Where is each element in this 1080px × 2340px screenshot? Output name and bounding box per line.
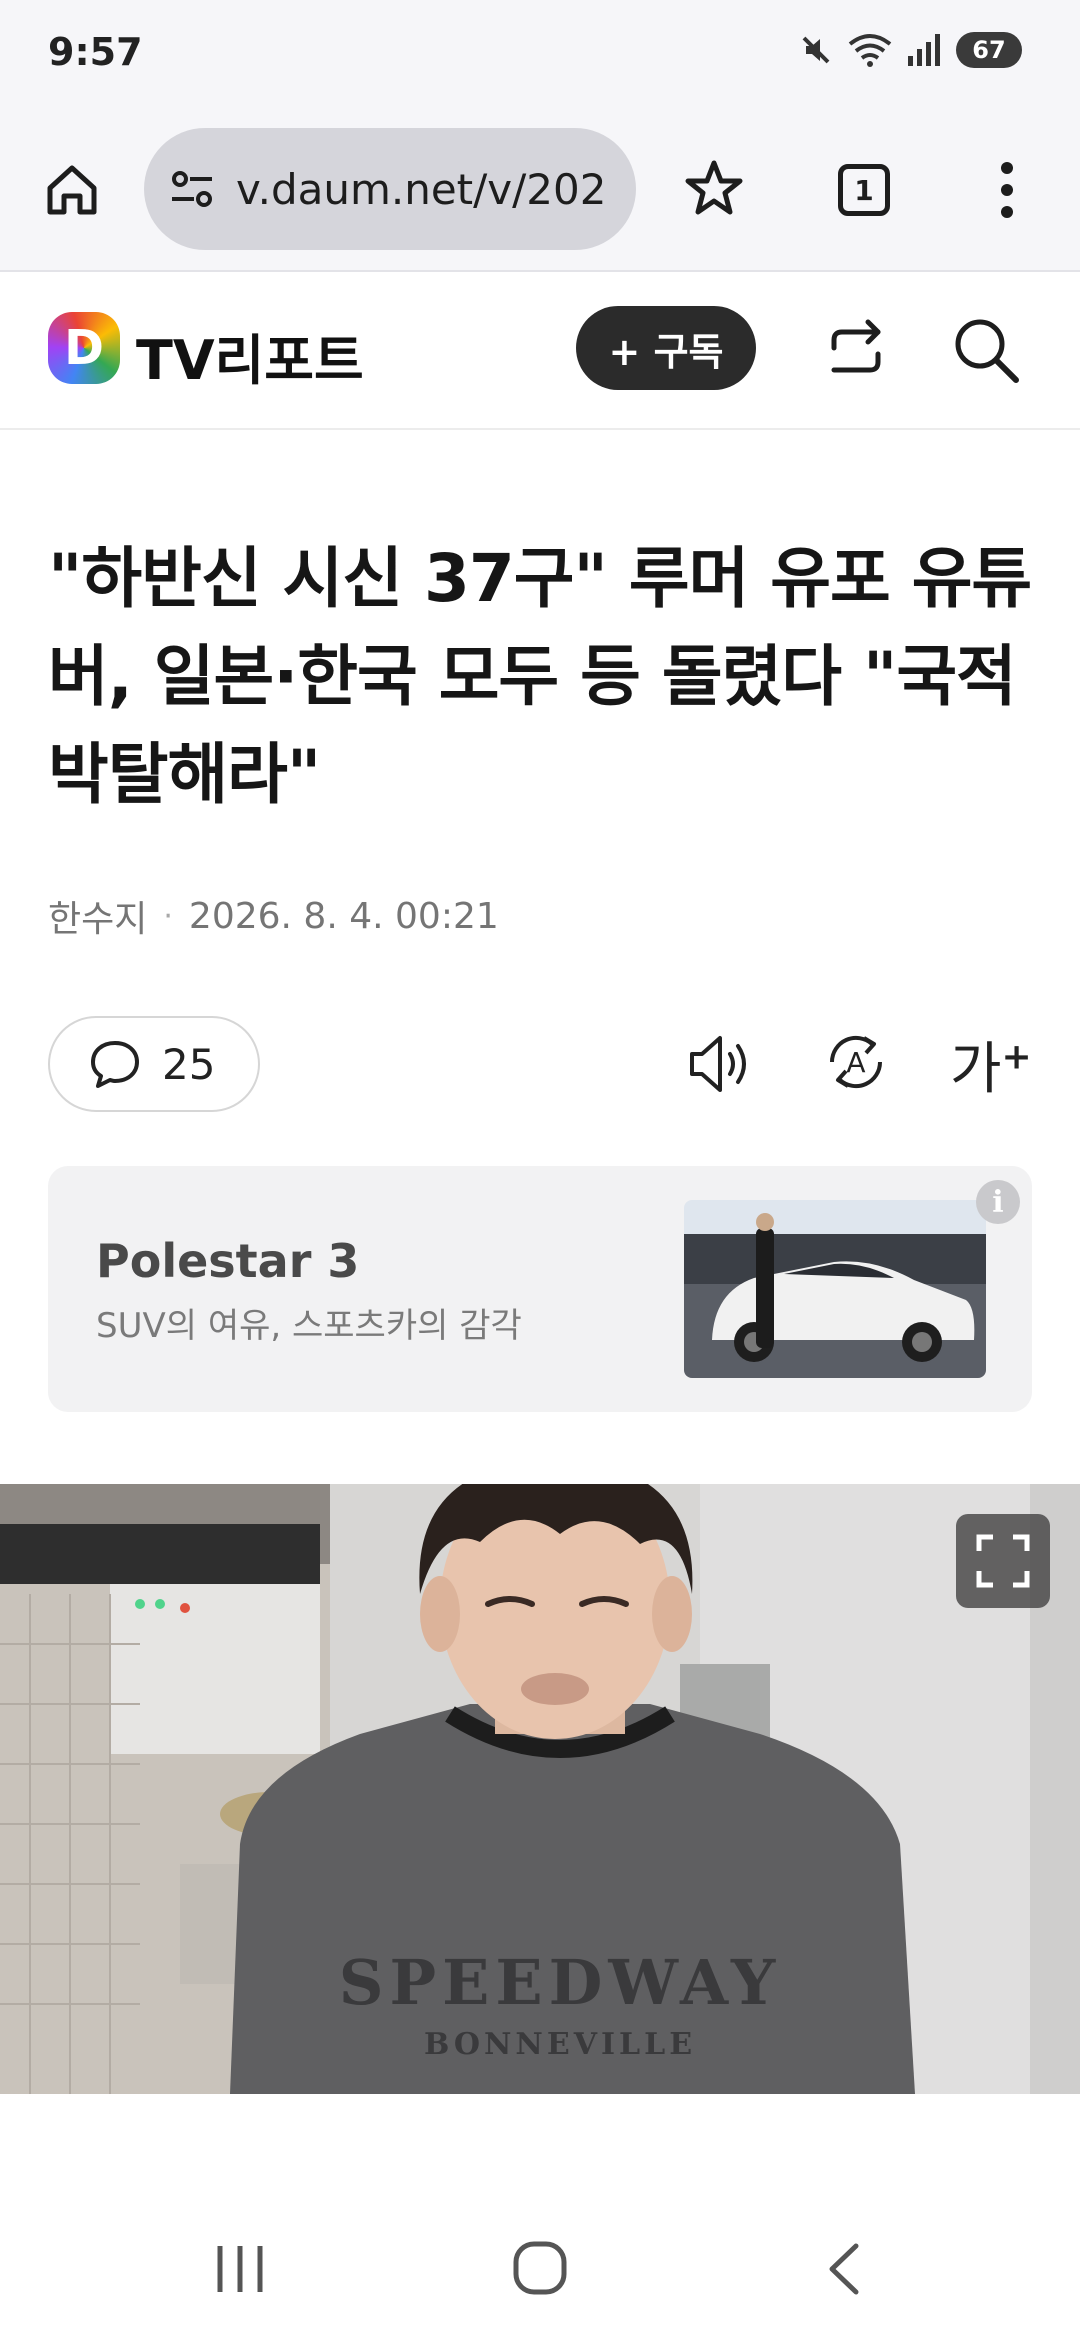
ad-car-image — [684, 1200, 986, 1378]
share-icon[interactable] — [820, 314, 892, 386]
search-icon[interactable] — [950, 314, 1022, 386]
status-bar: 9:57 67 — [0, 0, 1080, 112]
url-text: v.daum.net/v/202 — [236, 164, 607, 214]
byline: 한수지 · 2026. 8. 4. 00:21 — [48, 890, 499, 942]
comment-icon — [91, 1041, 139, 1088]
translate-icon[interactable]: A — [820, 1026, 892, 1098]
recent-apps-icon[interactable] — [214, 2242, 266, 2296]
address-bar[interactable]: v.daum.net/v/202 — [144, 128, 636, 250]
status-time: 9:57 — [48, 30, 143, 74]
font-size-button[interactable]: 가+ — [950, 1024, 1032, 1105]
article-headline: "하반신 시신 37구" 루머 유포 유튜버, 일본·한국 모두 등 돌렸다 "… — [48, 540, 1032, 813]
fullscreen-button[interactable] — [956, 1514, 1050, 1608]
home-icon[interactable] — [44, 162, 100, 218]
byline-separator: · — [163, 898, 173, 934]
font-size-plus: + — [1001, 1036, 1032, 1078]
signal-icon — [908, 34, 940, 66]
svg-text:A: A — [846, 1046, 865, 1079]
home-nav-icon[interactable] — [512, 2240, 568, 2296]
publish-datetime: 2026. 8. 4. 00:21 — [188, 895, 499, 937]
ad-banner[interactable]: Polestar 3 SUV의 여유, 스포츠카의 감각 i — [48, 1166, 1032, 1412]
ad-subtitle: SUV의 여유, 스포츠카의 감각 — [96, 1306, 522, 1346]
logo-letter: D — [64, 320, 104, 376]
speaker-icon[interactable] — [684, 1028, 756, 1100]
comment-button[interactable]: 25 — [48, 1016, 260, 1112]
subscribe-button[interactable]: + 구독 — [576, 306, 756, 390]
battery-icon: 67 — [956, 32, 1022, 68]
channel-name[interactable]: TV리포트 — [136, 316, 364, 395]
ad-title: Polestar 3 — [96, 1234, 360, 1288]
status-icons: 67 — [798, 32, 1022, 68]
site-header: D TV리포트 + 구독 — [0, 274, 1080, 430]
site-settings-icon[interactable] — [168, 165, 216, 213]
video-frame: SPEEDWAY BONNEVILLE — [0, 1484, 1080, 2094]
browser-toolbar: v.daum.net/v/202 1 — [0, 112, 1080, 272]
comment-count: 25 — [162, 1039, 216, 1089]
font-size-label: 가 — [950, 1037, 1002, 1102]
shirt-text-speedway: SPEEDWAY — [339, 1946, 782, 2019]
ad-info-icon[interactable]: i — [976, 1180, 1020, 1224]
fullscreen-icon — [976, 1534, 1030, 1588]
video-player[interactable]: SPEEDWAY BONNEVILLE — [0, 1484, 1080, 2094]
daum-logo[interactable]: D — [48, 312, 120, 384]
bookmark-star-icon[interactable] — [684, 158, 744, 218]
tab-count: 1 — [854, 173, 874, 207]
back-icon[interactable] — [824, 2242, 864, 2296]
more-vert-icon[interactable] — [992, 158, 1022, 222]
shirt-text-bonneville: BONNEVILLE — [424, 2027, 696, 2062]
mute-icon — [802, 36, 830, 64]
tabs-icon[interactable]: 1 — [838, 164, 890, 216]
system-nav-bar — [0, 2200, 1080, 2340]
wifi-icon — [848, 34, 892, 67]
author-name[interactable]: 한수지 — [48, 890, 147, 942]
